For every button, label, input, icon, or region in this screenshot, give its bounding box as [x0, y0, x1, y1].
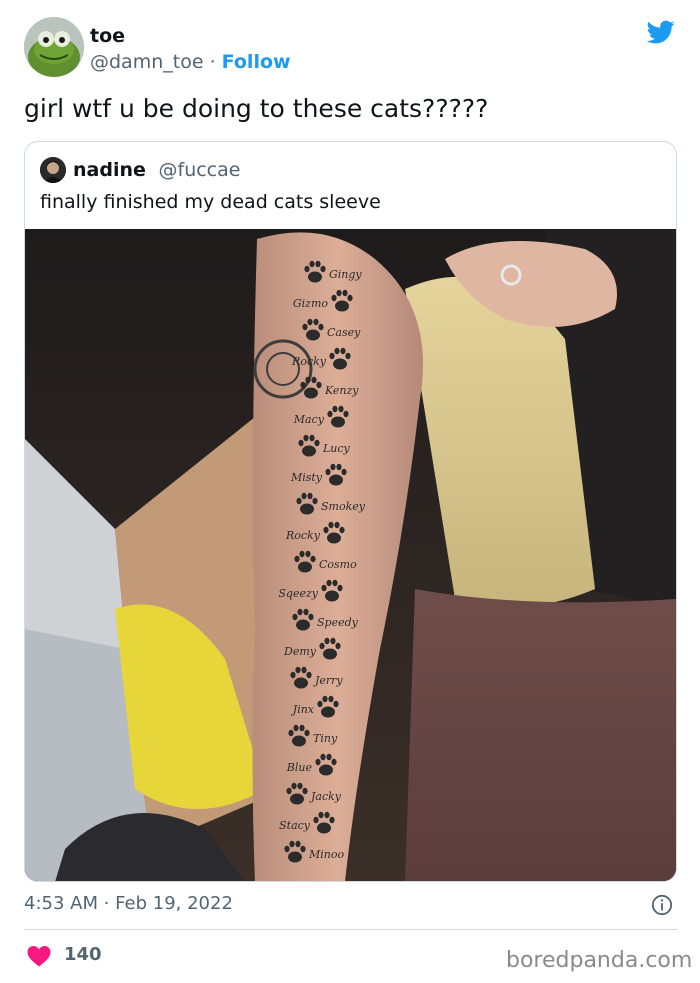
tattoo-name: Sqeezy [278, 587, 318, 600]
twitter-bird-icon[interactable] [645, 18, 677, 46]
tattoo-name: Rocky [285, 529, 321, 542]
author-handle-row: @damn_toe · Follow [90, 51, 291, 73]
tweet-text: girl wtf u be doing to these cats????? [24, 94, 489, 123]
tattoo-name: Smokey [321, 500, 366, 513]
separator: · [209, 51, 216, 73]
follow-button[interactable]: Follow [222, 51, 291, 73]
tattoo-name: Demy [283, 645, 317, 658]
tattoo-name: Stacy [279, 819, 311, 832]
divider [24, 929, 677, 930]
author-handle[interactable]: @damn_toe [90, 51, 204, 73]
quoted-tweet-text: finally finished my dead cats sleeve [40, 191, 381, 213]
tattoo-name: Gizmo [293, 297, 329, 310]
tattoo-photo[interactable]: Gingy Gizmo Casey Rocky Kenzy Macy Lucy Misty Sm… [25, 229, 676, 881]
tattoo-name: Jinx [291, 703, 315, 716]
quoted-author-line: nadine @fuccae [73, 159, 240, 181]
info-icon[interactable] [651, 894, 673, 916]
heart-icon[interactable] [27, 945, 51, 967]
quoted-author-avatar[interactable] [40, 157, 66, 183]
quoted-author-name[interactable]: nadine [73, 159, 146, 181]
tweet-card: toe @damn_toe · Follow girl wtf u be doi… [0, 0, 700, 983]
tattoo-name: Rocky [291, 355, 327, 368]
tattoo-name: Jerry [313, 674, 343, 687]
tattoo-name: Kenzy [324, 384, 359, 397]
watermark: boredpanda.com [506, 948, 693, 973]
quoted-author-handle[interactable]: @fuccae [159, 159, 241, 181]
tattoo-name: Blue [286, 761, 313, 774]
tattoo-name: Tiny [313, 732, 338, 745]
tattoo-name: Casey [327, 326, 361, 339]
tattoo-name: Lucy [322, 442, 351, 455]
tattoo-name: Misty [290, 471, 323, 484]
tattoo-name: Gingy [329, 268, 362, 281]
tattoo-name: Speedy [317, 616, 359, 629]
tattoo-name: Cosmo [319, 558, 357, 571]
tattoo-name: Minoo [308, 848, 344, 861]
author-name[interactable]: toe [90, 25, 125, 47]
tattoo-name: Macy [293, 413, 325, 426]
quoted-tweet[interactable]: nadine @fuccae finally finished my dead … [24, 141, 677, 882]
like-count[interactable]: 140 [64, 944, 102, 965]
tattoo-name: Jacky [309, 790, 342, 803]
tweet-timestamp[interactable]: 4:53 AM · Feb 19, 2022 [24, 893, 233, 914]
author-avatar[interactable] [24, 17, 84, 77]
